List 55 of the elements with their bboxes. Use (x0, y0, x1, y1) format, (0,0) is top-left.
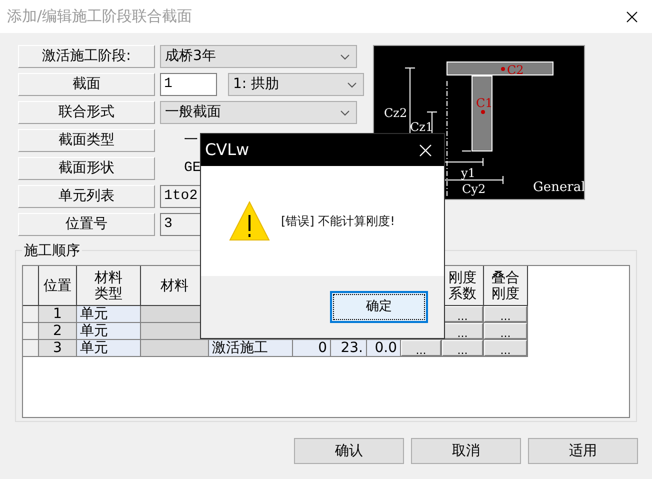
close-icon[interactable] (626, 10, 638, 22)
ellipsis-button[interactable]: ... (484, 323, 527, 339)
dimension-label: y1 (461, 166, 476, 180)
table-cell: 单元 (77, 340, 141, 357)
dimension-label: Cz2 (384, 106, 408, 120)
ellipsis-button[interactable]: ... (442, 340, 483, 356)
chevron-down-icon (340, 110, 350, 116)
dimension-label: C1 (476, 96, 493, 110)
column-header: 刚度系数 (442, 266, 484, 306)
dialog-button[interactable]: 适用 (528, 438, 638, 464)
table-cell (141, 340, 209, 357)
table-cell: 23. (331, 340, 367, 357)
field-label: 单元列表 (18, 185, 155, 208)
warning-icon (229, 201, 270, 241)
field-label: 联合形式 (18, 101, 155, 124)
ellipsis-button[interactable]: ... (401, 340, 441, 356)
row-number: 3 (39, 340, 77, 357)
input-field[interactable]: 1 (160, 73, 217, 96)
dialog-button[interactable]: 确认 (294, 438, 404, 464)
field-label: 截面 (18, 73, 155, 96)
ellipsis-button[interactable]: ... (484, 306, 527, 322)
chevron-down-icon (340, 54, 350, 60)
table-cell: 0 (293, 340, 331, 357)
field-label: 截面类型 (18, 129, 155, 152)
table-cell: 0.0 (367, 340, 401, 357)
field-label: 截面形状 (18, 157, 155, 180)
dimension-label: C2 (507, 63, 524, 77)
dimension-label: Cy2 (462, 182, 486, 196)
message-box-title: CVLw (205, 139, 250, 161)
table-cell: 单元 (77, 323, 141, 340)
dimension-label: General (533, 180, 585, 195)
window-title: 添加/编辑施工阶段联合截面 (7, 6, 192, 28)
column-header: 位置 (39, 266, 77, 306)
dropdown[interactable]: 成桥3年 (160, 45, 357, 68)
ellipsis-button[interactable]: ... (484, 340, 527, 356)
ok-button[interactable]: 确定 (330, 291, 428, 323)
dimension-label: Cz1 (410, 120, 434, 134)
ellipsis-button[interactable]: ... (442, 306, 483, 322)
chevron-down-icon (347, 82, 357, 88)
dropdown[interactable]: 一般截面 (160, 101, 357, 124)
section-shape-value: GE (184, 159, 201, 178)
dialog-button[interactable]: 取消 (411, 438, 521, 464)
row-number: 2 (39, 323, 77, 340)
row-number: 1 (39, 306, 77, 323)
ellipsis-button[interactable]: ... (442, 323, 483, 339)
column-header (23, 266, 39, 306)
table-cell: 激活施工 (209, 340, 293, 357)
section-type-value: 一 (184, 131, 198, 150)
column-header: 材料类型 (77, 266, 141, 306)
dropdown[interactable]: 1: 拱肋 (228, 73, 364, 96)
table-cell: 单元 (77, 306, 141, 323)
column-header: 叠合刚度 (484, 266, 528, 306)
field-label: 位置号 (18, 213, 155, 236)
field-label: 激活施工阶段: (18, 45, 155, 68)
error-message: [错误] 不能计算刚度! (281, 213, 395, 230)
